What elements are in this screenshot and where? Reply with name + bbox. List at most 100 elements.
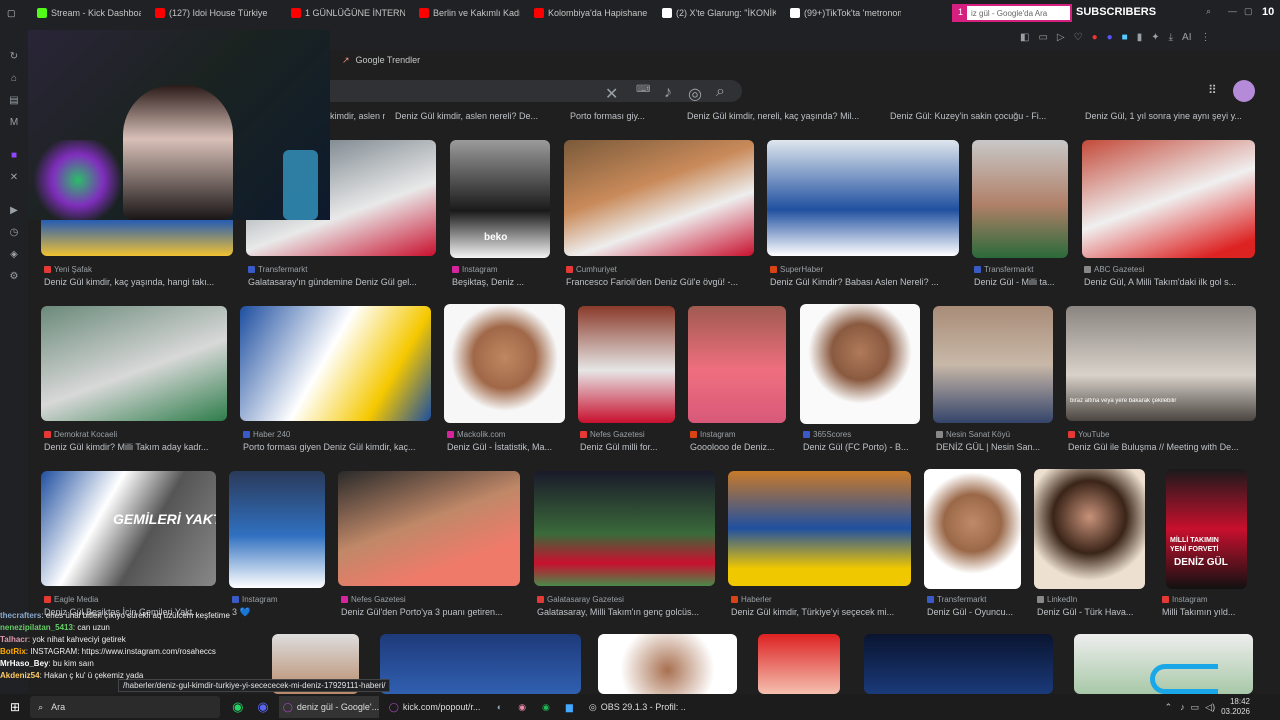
browser-tab[interactable]: (99+)TikTok'ta 'metronom bbox=[783, 0, 908, 26]
image-caption[interactable]: Deniz Gül kimdir, nereli, kaç yaşında? M… bbox=[687, 111, 872, 121]
result-image[interactable] bbox=[229, 471, 325, 588]
result-image[interactable] bbox=[338, 471, 520, 586]
image-caption[interactable]: Deniz Gül'den Porto'ya 3 puanı getiren..… bbox=[341, 607, 521, 617]
image-caption[interactable]: Gooolooo de Deniz... bbox=[690, 442, 786, 452]
image-caption[interactable]: Deniz Gül - Oyuncu... bbox=[927, 607, 1023, 617]
result-source[interactable]: Nefes Gazetesi bbox=[341, 595, 521, 604]
mail-icon[interactable]: M bbox=[8, 117, 20, 129]
menu-icon[interactable]: ▢ bbox=[0, 0, 30, 26]
browser-tab[interactable]: (2) X'te Glarung: "İKONİK bbox=[655, 0, 783, 26]
result-image[interactable] bbox=[564, 140, 754, 256]
chevron-up-icon[interactable]: ⌃ bbox=[1165, 702, 1173, 713]
settings-icon[interactable]: ⚙ bbox=[8, 271, 20, 283]
whatsapp-icon[interactable]: ◉ bbox=[232, 699, 243, 715]
browser-tab[interactable]: Stream - Kick Dashboard bbox=[30, 0, 148, 26]
browser-tab[interactable]: Kolombiya'da Hapishane bbox=[527, 0, 655, 26]
result-image[interactable] bbox=[41, 306, 227, 421]
maximize-icon[interactable]: ▢ bbox=[1244, 6, 1253, 17]
image-caption[interactable]: Deniz Gül, 1 yıl sonra yine aynı şeyi y.… bbox=[1085, 111, 1255, 121]
image-caption[interactable]: Deniz Gül - Türk Hava... bbox=[1037, 607, 1147, 617]
result-image[interactable] bbox=[728, 471, 911, 586]
result-source[interactable]: Eagle Media bbox=[44, 595, 216, 604]
result-source[interactable]: Mackolik.com bbox=[447, 430, 565, 439]
result-source[interactable]: Haberler bbox=[731, 595, 912, 604]
image-caption[interactable]: Milli Takımın yıld... bbox=[1162, 607, 1258, 617]
image-caption[interactable]: Beşiktaş, Deniz ... bbox=[452, 277, 552, 287]
result-image[interactable] bbox=[1034, 469, 1145, 589]
bookmark-google-trends[interactable]: Google Trendler bbox=[356, 55, 421, 65]
bag-icon[interactable]: ⌂ bbox=[8, 73, 20, 85]
clear-icon[interactable]: ✕ bbox=[605, 84, 618, 104]
result-image[interactable] bbox=[380, 634, 581, 694]
result-source[interactable]: Transfermarkt bbox=[974, 265, 1068, 274]
result-source[interactable]: Instagram bbox=[690, 430, 786, 439]
spotify-icon[interactable]: ◉ bbox=[542, 702, 550, 713]
image-caption[interactable]: Deniz Gül kimdir? Milli Takım aday kadr.… bbox=[44, 442, 228, 452]
result-source[interactable]: Transfermarkt bbox=[248, 265, 436, 274]
result-source[interactable]: YouTube bbox=[1068, 430, 1256, 439]
volume-icon[interactable]: ◁) bbox=[1205, 702, 1215, 713]
browser-tab[interactable]: Berlin ve Kakımlı Kadın | F bbox=[412, 0, 527, 26]
clock-icon[interactable]: ◷ bbox=[8, 227, 20, 239]
result-source[interactable]: SuperHaber bbox=[770, 265, 960, 274]
result-image[interactable]: beko bbox=[450, 140, 550, 258]
result-image[interactable] bbox=[933, 306, 1053, 423]
windows-icon[interactable]: ⊞ bbox=[10, 700, 20, 714]
extension-blue-icon[interactable]: ● bbox=[1107, 32, 1113, 43]
image-caption[interactable]: Galatasaray, Milli Takım'ın genç golcüs.… bbox=[537, 607, 717, 617]
active-tab-search[interactable]: 1 iz gül - Google'da Ara bbox=[952, 4, 1072, 22]
result-image[interactable] bbox=[688, 306, 786, 423]
chrome-icon[interactable]: ◉ bbox=[518, 702, 526, 713]
result-image[interactable] bbox=[578, 306, 675, 423]
network-icon[interactable]: ▭ bbox=[1191, 702, 1200, 713]
keyboard-icon[interactable]: ⌨ bbox=[636, 84, 650, 95]
image-caption[interactable]: kimdir, aslen nereli? De... bbox=[330, 111, 385, 121]
result-image[interactable] bbox=[1082, 140, 1255, 258]
mic-icon[interactable]: ♪ bbox=[1180, 702, 1185, 712]
result-source[interactable]: ABC Gazetesi bbox=[1084, 265, 1256, 274]
more-icon[interactable]: ⋮ bbox=[1201, 32, 1211, 43]
result-source[interactable]: Nefes Gazetesi bbox=[580, 430, 675, 439]
taskbar-search[interactable]: ⌕ Ara bbox=[30, 696, 221, 718]
twitch-icon[interactable]: ■ bbox=[8, 150, 20, 162]
play-circle-icon[interactable]: ▶ bbox=[8, 205, 20, 217]
taskbar-app-chrome[interactable]: ◯ deniz gül - Google'... bbox=[278, 696, 379, 718]
puzzle-icon[interactable]: ✦ bbox=[1151, 32, 1159, 43]
discord-icon[interactable]: ◉ bbox=[257, 699, 268, 715]
result-source[interactable]: Yeni Şafak bbox=[44, 265, 234, 274]
result-source[interactable]: Instagram bbox=[1162, 595, 1258, 604]
heart-icon[interactable]: ♡ bbox=[1074, 32, 1083, 43]
result-image[interactable] bbox=[972, 140, 1068, 258]
play-icon[interactable]: ▷ bbox=[1057, 32, 1065, 43]
result-source[interactable]: Instagram bbox=[452, 265, 552, 274]
wallet-icon[interactable]: ▤ bbox=[8, 95, 20, 107]
result-source[interactable]: LinkedIn bbox=[1037, 595, 1147, 604]
result-image[interactable]: MİLLİ TAKIMIN YENİ FORVETİ DENİZ GÜL bbox=[1166, 469, 1247, 589]
extension-cyan-icon[interactable]: ■ bbox=[1122, 32, 1128, 43]
image-caption[interactable]: DENİZ GÜL | Nesin San... bbox=[936, 442, 1054, 452]
result-source[interactable]: Nesin Sanat Köyü bbox=[936, 430, 1054, 439]
image-caption[interactable]: Deniz Gül - Milli ta... bbox=[974, 277, 1068, 287]
x-icon[interactable]: ✕ bbox=[8, 172, 20, 184]
screenshot-icon[interactable]: ▭ bbox=[1038, 32, 1047, 43]
result-image[interactable]: biraz altına veya yere bakarak çekilebil… bbox=[1066, 306, 1256, 421]
apps-icon[interactable]: ⠿ bbox=[1208, 83, 1217, 97]
image-caption[interactable]: Deniz Gül ile Buluşma // Meeting with De… bbox=[1068, 442, 1256, 452]
clock-date[interactable]: 03.2026 bbox=[1221, 707, 1250, 717]
result-source[interactable]: Cumhuriyet bbox=[566, 265, 754, 274]
image-caption[interactable]: Deniz Gül kimdir, aslen nereli? De... bbox=[395, 111, 550, 121]
cube-icon[interactable]: ◈ bbox=[8, 249, 20, 261]
result-source[interactable]: Transfermarkt bbox=[927, 595, 1023, 604]
image-caption[interactable]: Deniz Gül: Kuzey'in sakin çocuğu - Fi... bbox=[890, 111, 1065, 121]
result-image[interactable] bbox=[598, 634, 737, 694]
minimize-icon[interactable]: — bbox=[1228, 6, 1237, 16]
search-icon[interactable]: ⌕ bbox=[1206, 6, 1211, 17]
result-image[interactable] bbox=[240, 306, 431, 421]
result-image[interactable] bbox=[534, 471, 715, 586]
image-caption[interactable]: Porto forması giy... bbox=[570, 111, 670, 121]
download-icon[interactable]: ⤓ bbox=[1169, 32, 1173, 43]
image-caption[interactable]: Francesco Farioli'den Deniz Gül'e övgü! … bbox=[566, 277, 754, 287]
image-caption[interactable]: Deniz Gül (FC Porto) - B... bbox=[803, 442, 921, 452]
extension-red-icon[interactable]: ● bbox=[1092, 32, 1098, 43]
result-image[interactable] bbox=[444, 304, 565, 423]
